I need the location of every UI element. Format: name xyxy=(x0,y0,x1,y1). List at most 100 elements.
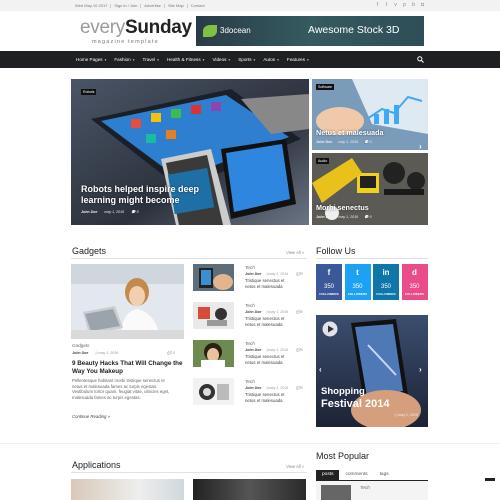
follow-tile-facebook[interactable]: f 350 FOLLOWERS xyxy=(316,264,342,300)
gadget-item-title-line2[interactable]: netus et malesuada xyxy=(245,360,283,366)
instagram-icon[interactable]: ◘ xyxy=(420,2,425,8)
gadgets-main-headline-line1[interactable]: 9 Beauty Hacks That Will Change the xyxy=(72,360,183,368)
hero-br-category[interactable]: Audio xyxy=(316,158,330,164)
gadget-item-category[interactable]: Tech xyxy=(245,379,255,384)
slider-next-icon[interactable]: › xyxy=(419,142,422,150)
thumb-image xyxy=(193,378,234,405)
gadgets-main-image[interactable] xyxy=(71,264,184,339)
advertise-link[interactable]: Advertise xyxy=(140,3,164,8)
promo-title-line1[interactable]: Shopping xyxy=(321,386,365,397)
linkedin-icon: in xyxy=(382,268,390,277)
thumb-image xyxy=(193,340,234,367)
follow-tile-linkedin[interactable]: in 350 FOLLOWERS xyxy=(373,264,399,300)
hero-tr-title[interactable]: Netus et malesuada xyxy=(316,128,384,137)
hero-tr-author[interactable]: John Doe xyxy=(316,140,332,144)
gadget-item-title-line1[interactable]: Tristique senectus et xyxy=(245,278,285,284)
hero-bottom-right-card[interactable]: Audio Morbi senectus John Doe may 1, 201… xyxy=(312,153,428,225)
gadget-item-title-line2[interactable]: netus et malesuada xyxy=(245,284,283,290)
gadget-thumb-3[interactable] xyxy=(193,340,234,367)
gadgets-main-category[interactable]: Gadgets xyxy=(72,343,89,348)
promo-next-icon[interactable]: › xyxy=(419,365,422,374)
scroll-top-indicator[interactable] xyxy=(485,478,495,481)
sitemap-link[interactable]: Site Map xyxy=(163,3,187,8)
nav-item-label: Features xyxy=(286,57,306,62)
gadget-item-title-line1[interactable]: Tristique senectus et xyxy=(245,392,285,398)
gadget-item-author[interactable]: John Doe xyxy=(245,272,261,276)
nav-item-home-pages[interactable]: Home Pages ▾ xyxy=(75,51,110,68)
follower-label: FOLLOWERS xyxy=(347,292,368,296)
search-icon[interactable] xyxy=(417,56,424,63)
gadgets-main-meta: John Doe ◷ may 1, 2016 💬 0 xyxy=(72,351,175,355)
nav-item-label: Home Pages xyxy=(76,57,103,62)
follower-count: 350 xyxy=(352,284,363,290)
promo-title-line2[interactable]: Festival 2014 xyxy=(321,398,390,410)
nav-item-autos[interactable]: Autos ▾ xyxy=(259,51,283,68)
applications-image-1[interactable] xyxy=(71,479,184,500)
twitter-icon[interactable]: t xyxy=(384,2,389,8)
popular-item[interactable]: Tech xyxy=(316,481,428,500)
behance-icon[interactable]: b xyxy=(411,2,416,8)
gadgets-view-all[interactable]: View All » xyxy=(286,250,304,255)
gadgets-main-photo xyxy=(71,264,184,339)
gadget-item-category[interactable]: Tech xyxy=(245,341,255,346)
nav-item-label: Autos xyxy=(263,57,276,62)
hero-main-card[interactable]: Robots Robots helped inspire deep learni… xyxy=(71,79,309,225)
chevron-down-icon: ▾ xyxy=(277,58,279,62)
gadget-item-category[interactable]: Tech xyxy=(245,265,255,270)
applications-image-2[interactable] xyxy=(193,479,306,500)
hero-main-category[interactable]: Robots xyxy=(81,89,97,95)
gadget-item-author[interactable]: John Doe xyxy=(245,348,261,352)
hero-main-title-line2[interactable]: learning might become xyxy=(81,195,180,205)
hero-tr-meta: John Doe may 1, 2016 💬 0 xyxy=(316,140,372,144)
gadget-item-title-line2[interactable]: netus et malesuada xyxy=(245,398,283,404)
facebook-icon[interactable]: f xyxy=(375,2,380,8)
gadget-thumb-1[interactable] xyxy=(193,264,234,291)
follower-label: FOLLOWERS xyxy=(319,292,339,296)
hero-main-title-line1[interactable]: Robots helped inspire deep xyxy=(81,184,199,194)
nav-items: Home Pages ▾ Fashion ▾ Travel ▾ Health & Fitne… xyxy=(75,51,313,68)
gadget-thumb-2[interactable] xyxy=(193,302,234,329)
nav-item-label: Fashion xyxy=(114,57,131,62)
tab-posts[interactable]: posts xyxy=(316,470,340,480)
shopping-festival-promo[interactable]: ‹ › Shopping Festival 2014 ◷ may 1, 2016 xyxy=(316,315,428,427)
applications-view-all[interactable]: View All » xyxy=(286,464,304,469)
follow-tile-dribbble[interactable]: d 350 FOLLOWERS xyxy=(401,264,428,300)
gadget-item-category[interactable]: Tech xyxy=(245,303,255,308)
gadget-item-author[interactable]: John Doe xyxy=(245,310,261,314)
play-icon[interactable] xyxy=(322,321,338,337)
popular-category[interactable]: Tech xyxy=(360,485,370,490)
continue-reading-link[interactable]: Continue Reading » xyxy=(72,414,110,419)
promo-prev-icon[interactable]: ‹ xyxy=(319,365,322,374)
nav-item-videos[interactable]: Videos ▾ xyxy=(208,51,234,68)
main-nav: Home Pages ▾ Fashion ▾ Travel ▾ Health & Fitne… xyxy=(0,51,500,68)
hero-tr-category[interactable]: Software xyxy=(316,84,335,90)
hero-main-author[interactable]: John Doe xyxy=(81,210,97,214)
section-separator xyxy=(0,443,500,444)
gadget-item-author[interactable]: John Doe xyxy=(245,386,261,390)
banner-ad[interactable]: 3docean Awesome Stock 3D xyxy=(196,16,424,46)
nav-item-fashion[interactable]: Fashion ▾ xyxy=(110,51,138,68)
gadget-thumb-4[interactable] xyxy=(193,378,234,405)
hero-top-right-card[interactable]: Software Netus et malesuada John Doe may… xyxy=(312,79,428,150)
nav-item-travel[interactable]: Travel ▾ xyxy=(139,51,163,68)
gadget-item-title-line1[interactable]: Tristique senectus et xyxy=(245,316,285,322)
gadget-item-title-line2[interactable]: netus et malesuada xyxy=(245,322,283,328)
tab-comments[interactable]: comments xyxy=(339,470,373,480)
gadget-item-title-line1[interactable]: Tristique senectus et xyxy=(245,354,285,360)
site-logo[interactable]: everySunday xyxy=(80,18,192,37)
hero-br-author[interactable]: John Doe xyxy=(316,215,332,219)
hero-br-title[interactable]: Morbi senectus xyxy=(316,203,369,212)
dribbble-icon: d xyxy=(412,268,417,277)
nav-item-features[interactable]: Features ▾ xyxy=(283,51,313,68)
follow-tile-twitter[interactable]: t 350 FOLLOWERS xyxy=(344,264,371,300)
signin-link[interactable]: Sign in / Join xyxy=(110,3,140,8)
gadgets-main-headline-line2[interactable]: Way You Makeup xyxy=(72,368,123,376)
contact-link[interactable]: Contact xyxy=(186,3,208,8)
pinterest-icon[interactable]: p xyxy=(402,2,407,8)
nav-item-sports[interactable]: Sports ▾ xyxy=(234,51,259,68)
vimeo-icon[interactable]: v xyxy=(393,2,398,8)
tab-tags[interactable]: tags xyxy=(374,470,395,480)
gadgets-main-author[interactable]: John Doe xyxy=(72,351,88,355)
logo-part2: Sunday xyxy=(124,17,192,38)
nav-item-health-fitness[interactable]: Health & Fitness ▾ xyxy=(163,51,209,68)
